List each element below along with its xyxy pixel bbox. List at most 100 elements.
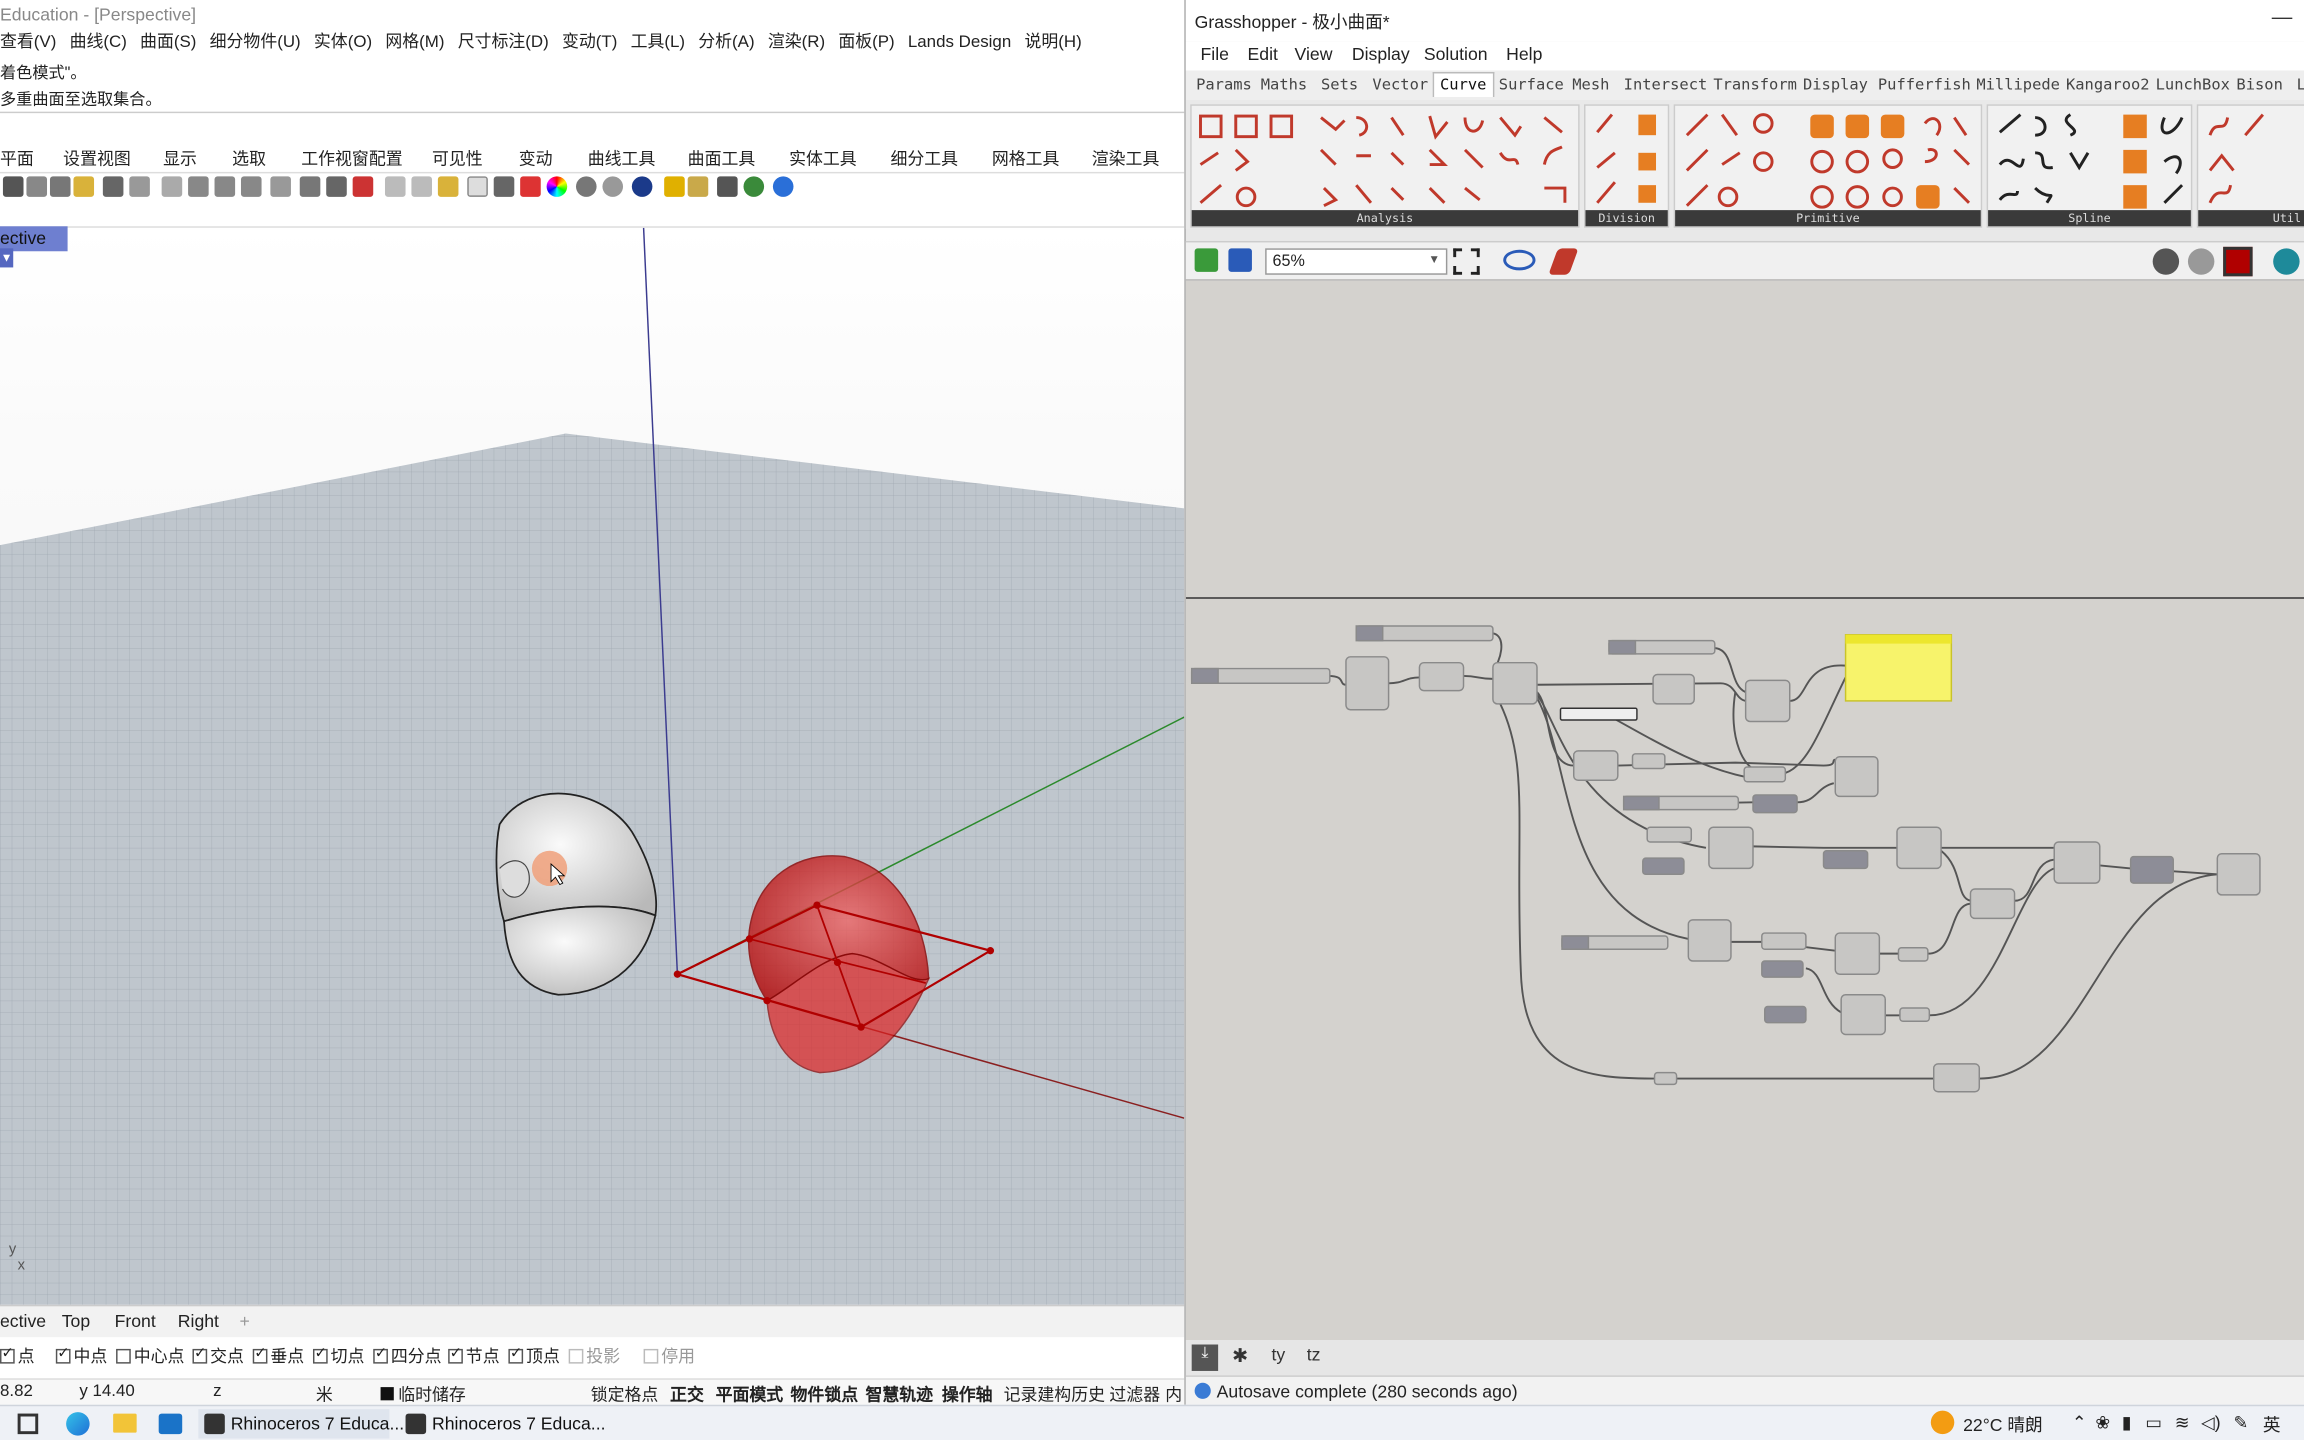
osnap-tangent[interactable]: 切点 (312, 1345, 364, 1369)
sketch-pen-icon[interactable] (1548, 248, 1579, 275)
gh-component[interactable] (1834, 756, 1879, 798)
taskbar-app-rhino-2[interactable]: Rhinoceros 7 Educa... (400, 1409, 606, 1438)
tab-front[interactable]: Front (115, 1311, 156, 1332)
color-wheel-icon[interactable] (546, 176, 568, 197)
osnap-knot[interactable]: 节点 (448, 1345, 500, 1369)
gh-tab-maths[interactable]: Maths (1261, 76, 1307, 94)
grid-icon[interactable] (326, 176, 347, 197)
gh-tab-millipede[interactable]: Millipede (1976, 76, 2060, 94)
display-icon[interactable]: ▭ (2145, 1412, 2162, 1433)
wifi-icon[interactable]: ≋ (2175, 1412, 2190, 1433)
selected-preview-icon[interactable] (2223, 246, 2253, 277)
zoom-extents-icon[interactable] (240, 176, 262, 197)
current-layer[interactable]: 临时储存 (380, 1383, 466, 1405)
zoom-selected-icon[interactable] (270, 176, 291, 197)
menu-transform[interactable]: 变动(T) (562, 34, 617, 52)
tab-perspective[interactable]: ective (0, 1311, 46, 1332)
gh-param[interactable] (1642, 857, 1685, 876)
toggle-history[interactable]: 记录建构历史 (1004, 1383, 1105, 1405)
tab-render-tools[interactable]: 渲染工具 (1092, 147, 1160, 171)
util-components-icon[interactable] (2198, 106, 2304, 212)
gh-tab-vector[interactable]: Vector (1372, 76, 1428, 94)
car-icon[interactable] (352, 176, 374, 197)
toggle-gumball[interactable]: 操作轴 (942, 1383, 993, 1405)
material-icon[interactable] (664, 176, 685, 197)
gh-component[interactable] (1572, 750, 1619, 781)
gh-tab-intersect[interactable]: Intersect (1624, 76, 1708, 94)
gh-component[interactable] (2216, 852, 2261, 896)
minimize-icon[interactable]: — (2272, 4, 2293, 28)
division-components-icon[interactable] (1585, 106, 1670, 212)
osnap-disable[interactable]: 停用 (643, 1345, 695, 1369)
render-icon[interactable] (631, 176, 653, 197)
taskbar-app-rhino-1[interactable]: Rhinoceros 7 Educa... (198, 1409, 404, 1439)
add-tab-icon[interactable]: + (240, 1311, 250, 1332)
toggle-smarttrack[interactable]: 智慧轨迹 (865, 1383, 933, 1405)
zoom-extents-icon[interactable] (1453, 248, 1480, 275)
undo-view-icon[interactable] (299, 176, 321, 197)
gh-component[interactable] (1761, 932, 1807, 950)
menu-curve[interactable]: 曲线(C) (70, 34, 127, 52)
layer-icon[interactable] (520, 176, 541, 197)
save-icon[interactable] (1228, 248, 1252, 272)
gh-component[interactable] (1744, 679, 1791, 723)
gh-tab-bison[interactable]: Bison (2236, 76, 2282, 94)
menu-panels[interactable]: 面板(P) (838, 34, 894, 52)
mail-icon[interactable] (158, 1413, 183, 1435)
tab-setview[interactable]: 设置视图 (63, 147, 131, 171)
paste-icon[interactable] (73, 176, 95, 197)
gh-param[interactable] (1761, 960, 1804, 978)
gh-param[interactable] (1764, 1005, 1807, 1024)
pan-icon[interactable] (129, 176, 150, 197)
gh-component[interactable] (2053, 841, 2101, 884)
tab-viewport-layout[interactable]: 工作视窗配置 (301, 147, 402, 171)
gh-canvas[interactable] (1185, 279, 2304, 1341)
menu-tools[interactable]: 工具(L) (631, 34, 685, 52)
tab-plane[interactable]: 平面 (0, 147, 34, 171)
tab-visibility[interactable]: 可见性 (432, 147, 483, 171)
gh-tab-display[interactable]: Display (1803, 76, 1868, 94)
ime-indicator[interactable]: 英 (2263, 1412, 2281, 1437)
gh-component[interactable] (1932, 1063, 1981, 1093)
cplane-icon[interactable] (384, 176, 406, 197)
osnap-project[interactable]: 投影 (568, 1345, 620, 1369)
gh-param[interactable] (2129, 855, 2174, 884)
volume-icon[interactable]: ◁) (2201, 1412, 2220, 1433)
gh-component[interactable] (1743, 766, 1787, 783)
osnap-quadrant[interactable]: 四分点 (373, 1345, 442, 1369)
gh-param[interactable] (1752, 794, 1798, 814)
tab-transform[interactable]: 变动 (519, 147, 553, 171)
gh-component[interactable] (1646, 826, 1693, 843)
menu-surface[interactable]: 曲面(S) (140, 34, 196, 52)
tab-top[interactable]: Top (62, 1311, 90, 1332)
menu-solid[interactable]: 实体(O) (314, 34, 372, 52)
osnap-center[interactable]: 中心点 (116, 1345, 184, 1369)
mic-icon[interactable]: ▮ (2122, 1412, 2132, 1433)
menu-view[interactable]: 查看(V) (0, 34, 56, 52)
zoom-level-select[interactable]: 65% ▼ (1265, 248, 1448, 275)
osnap-perpendicular[interactable]: 垂点 (252, 1345, 304, 1369)
menu-subd[interactable]: 细分物件(U) (210, 34, 301, 52)
help-icon[interactable] (772, 176, 794, 197)
toggle-grid-snap[interactable]: 锁定格点 (591, 1383, 659, 1405)
gh-relay[interactable] (1653, 1071, 1678, 1086)
chevron-down-icon[interactable]: ▼ (0, 248, 14, 268)
lock-icon[interactable] (493, 176, 515, 197)
menu-analyze[interactable]: 分析(A) (698, 34, 754, 52)
menu-mesh[interactable]: 网格(M) (385, 34, 444, 52)
tab-solid-tools[interactable]: 实体工具 (789, 147, 857, 171)
gh-tab-more[interactable]: L (2297, 76, 2304, 94)
gh-tab-curve[interactable]: Curve (1432, 72, 1494, 97)
chevron-up-icon[interactable]: ⌃ (2072, 1412, 2087, 1433)
gh-tab-params[interactable]: Params (1196, 76, 1252, 94)
gh-component[interactable] (1345, 656, 1390, 711)
grasshopper-icon[interactable] (743, 176, 765, 197)
options-icon[interactable] (717, 176, 738, 197)
gh-tab-kangaroo2[interactable]: Kangaroo2 (2066, 76, 2150, 94)
primitive-components-icon[interactable] (1675, 106, 1984, 212)
osnap-point[interactable]: 点 (0, 1345, 35, 1369)
gh-menu-help[interactable]: Help (1506, 44, 1542, 65)
gh-tab-transform[interactable]: Transform (1713, 76, 1797, 94)
gh-menu-file[interactable]: File (1200, 44, 1228, 65)
toggle-ortho[interactable]: 正交 (670, 1383, 704, 1405)
